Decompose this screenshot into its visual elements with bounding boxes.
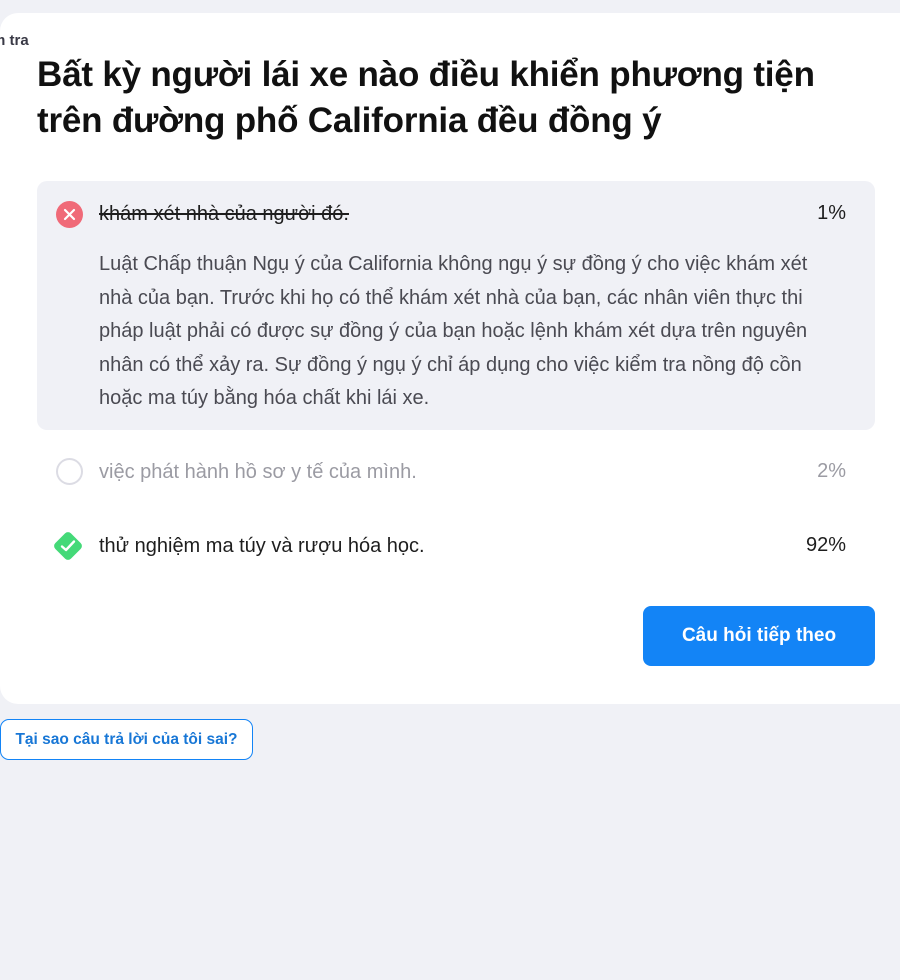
check-diamond-icon xyxy=(52,530,84,562)
answer-explanation: Luật Chấp thuận Ngụ ý của California khô… xyxy=(99,253,808,410)
answer-option-1-label: khám xét nhà của người đó. xyxy=(99,203,349,225)
answer-option-3-label: thử nghiệm ma túy và rượu hóa học. xyxy=(99,535,425,557)
answer-option-1-percent: 1% xyxy=(817,202,846,224)
answer-option-2-label: việc phát hành hồ sơ y tế của mình. xyxy=(99,461,417,483)
question-title: Bất kỳ người lái xe nào điều khiển phươn… xyxy=(37,55,815,140)
breadcrumb: m tra xyxy=(0,32,29,49)
empty-circle-icon xyxy=(56,458,83,485)
next-question-button[interactable]: Câu hỏi tiếp theo xyxy=(643,606,875,666)
x-circle-icon xyxy=(56,201,83,228)
answer-option-1-selected[interactable]: khám xét nhà của người đó. 1% Luật Chấp … xyxy=(37,181,875,430)
why-wrong-button[interactable]: Tại sao câu trả lời của tôi sai? xyxy=(0,719,253,760)
answer-option-3-percent: 92% xyxy=(805,534,846,556)
answer-option-2-percent: 2% xyxy=(817,460,846,482)
